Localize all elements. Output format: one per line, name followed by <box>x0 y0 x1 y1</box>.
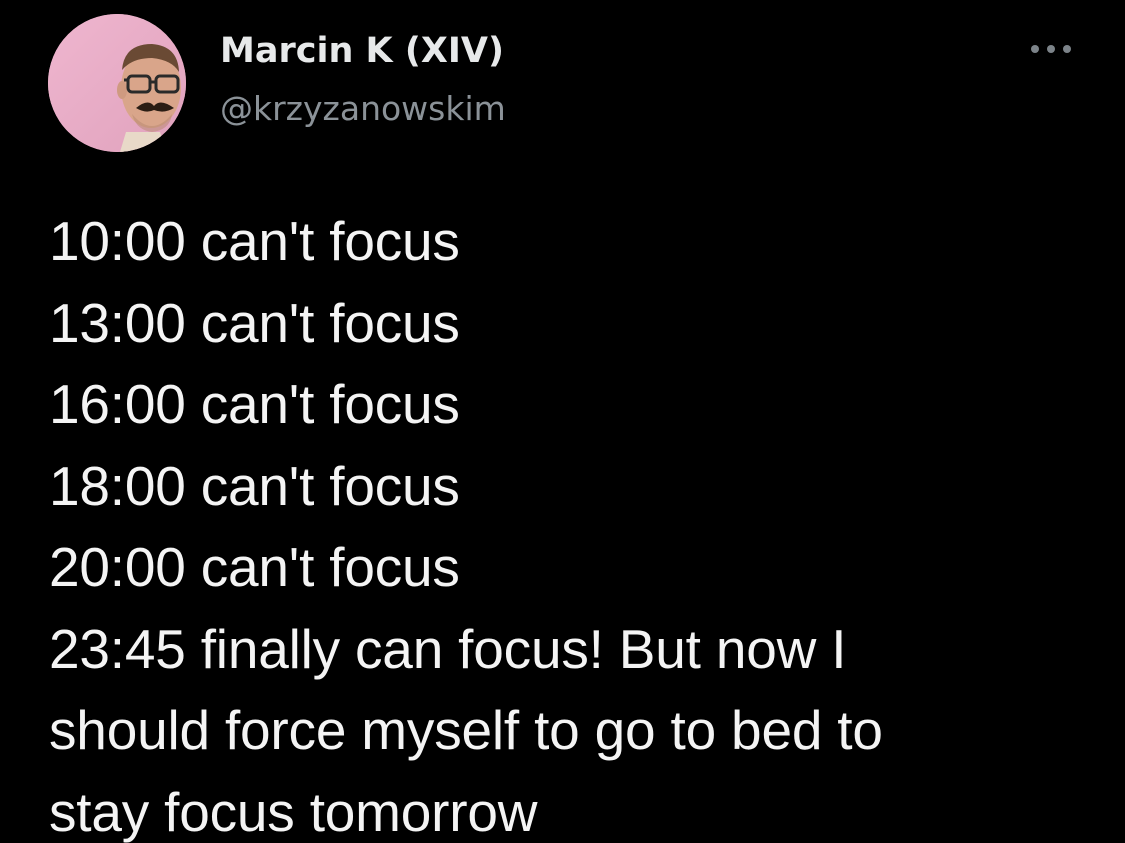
more-options-icon <box>1031 45 1071 53</box>
tweet-line: 10:00 can't focus <box>49 210 460 272</box>
tweet-line: 23:45 finally can focus! But now I <box>49 617 847 680</box>
tweet-line: 16:00 can't focus <box>49 373 460 435</box>
author-display-name[interactable]: Marcin K (XIV) <box>220 30 504 72</box>
tweet-line: 20:00 can't focus <box>49 536 460 598</box>
avatar[interactable] <box>48 14 186 152</box>
more-options-button[interactable] <box>1026 36 1076 62</box>
tweet-line: stay focus tomorrow <box>49 780 538 843</box>
tweet-card: Marcin K (XIV) @krzyzanowskim 10:00 can'… <box>0 0 1125 843</box>
tweet-line: 13:00 can't focus <box>49 291 460 354</box>
avatar-photo-icon <box>48 14 186 152</box>
tweet-line: 18:00 can't focus <box>49 454 460 517</box>
author-handle[interactable]: @krzyzanowskim <box>220 88 506 130</box>
tweet-line: should force myself to go to bed to <box>49 699 883 761</box>
tweet-text: 10:00 can't focus 13:00 can't focus 16:0… <box>49 201 1099 843</box>
